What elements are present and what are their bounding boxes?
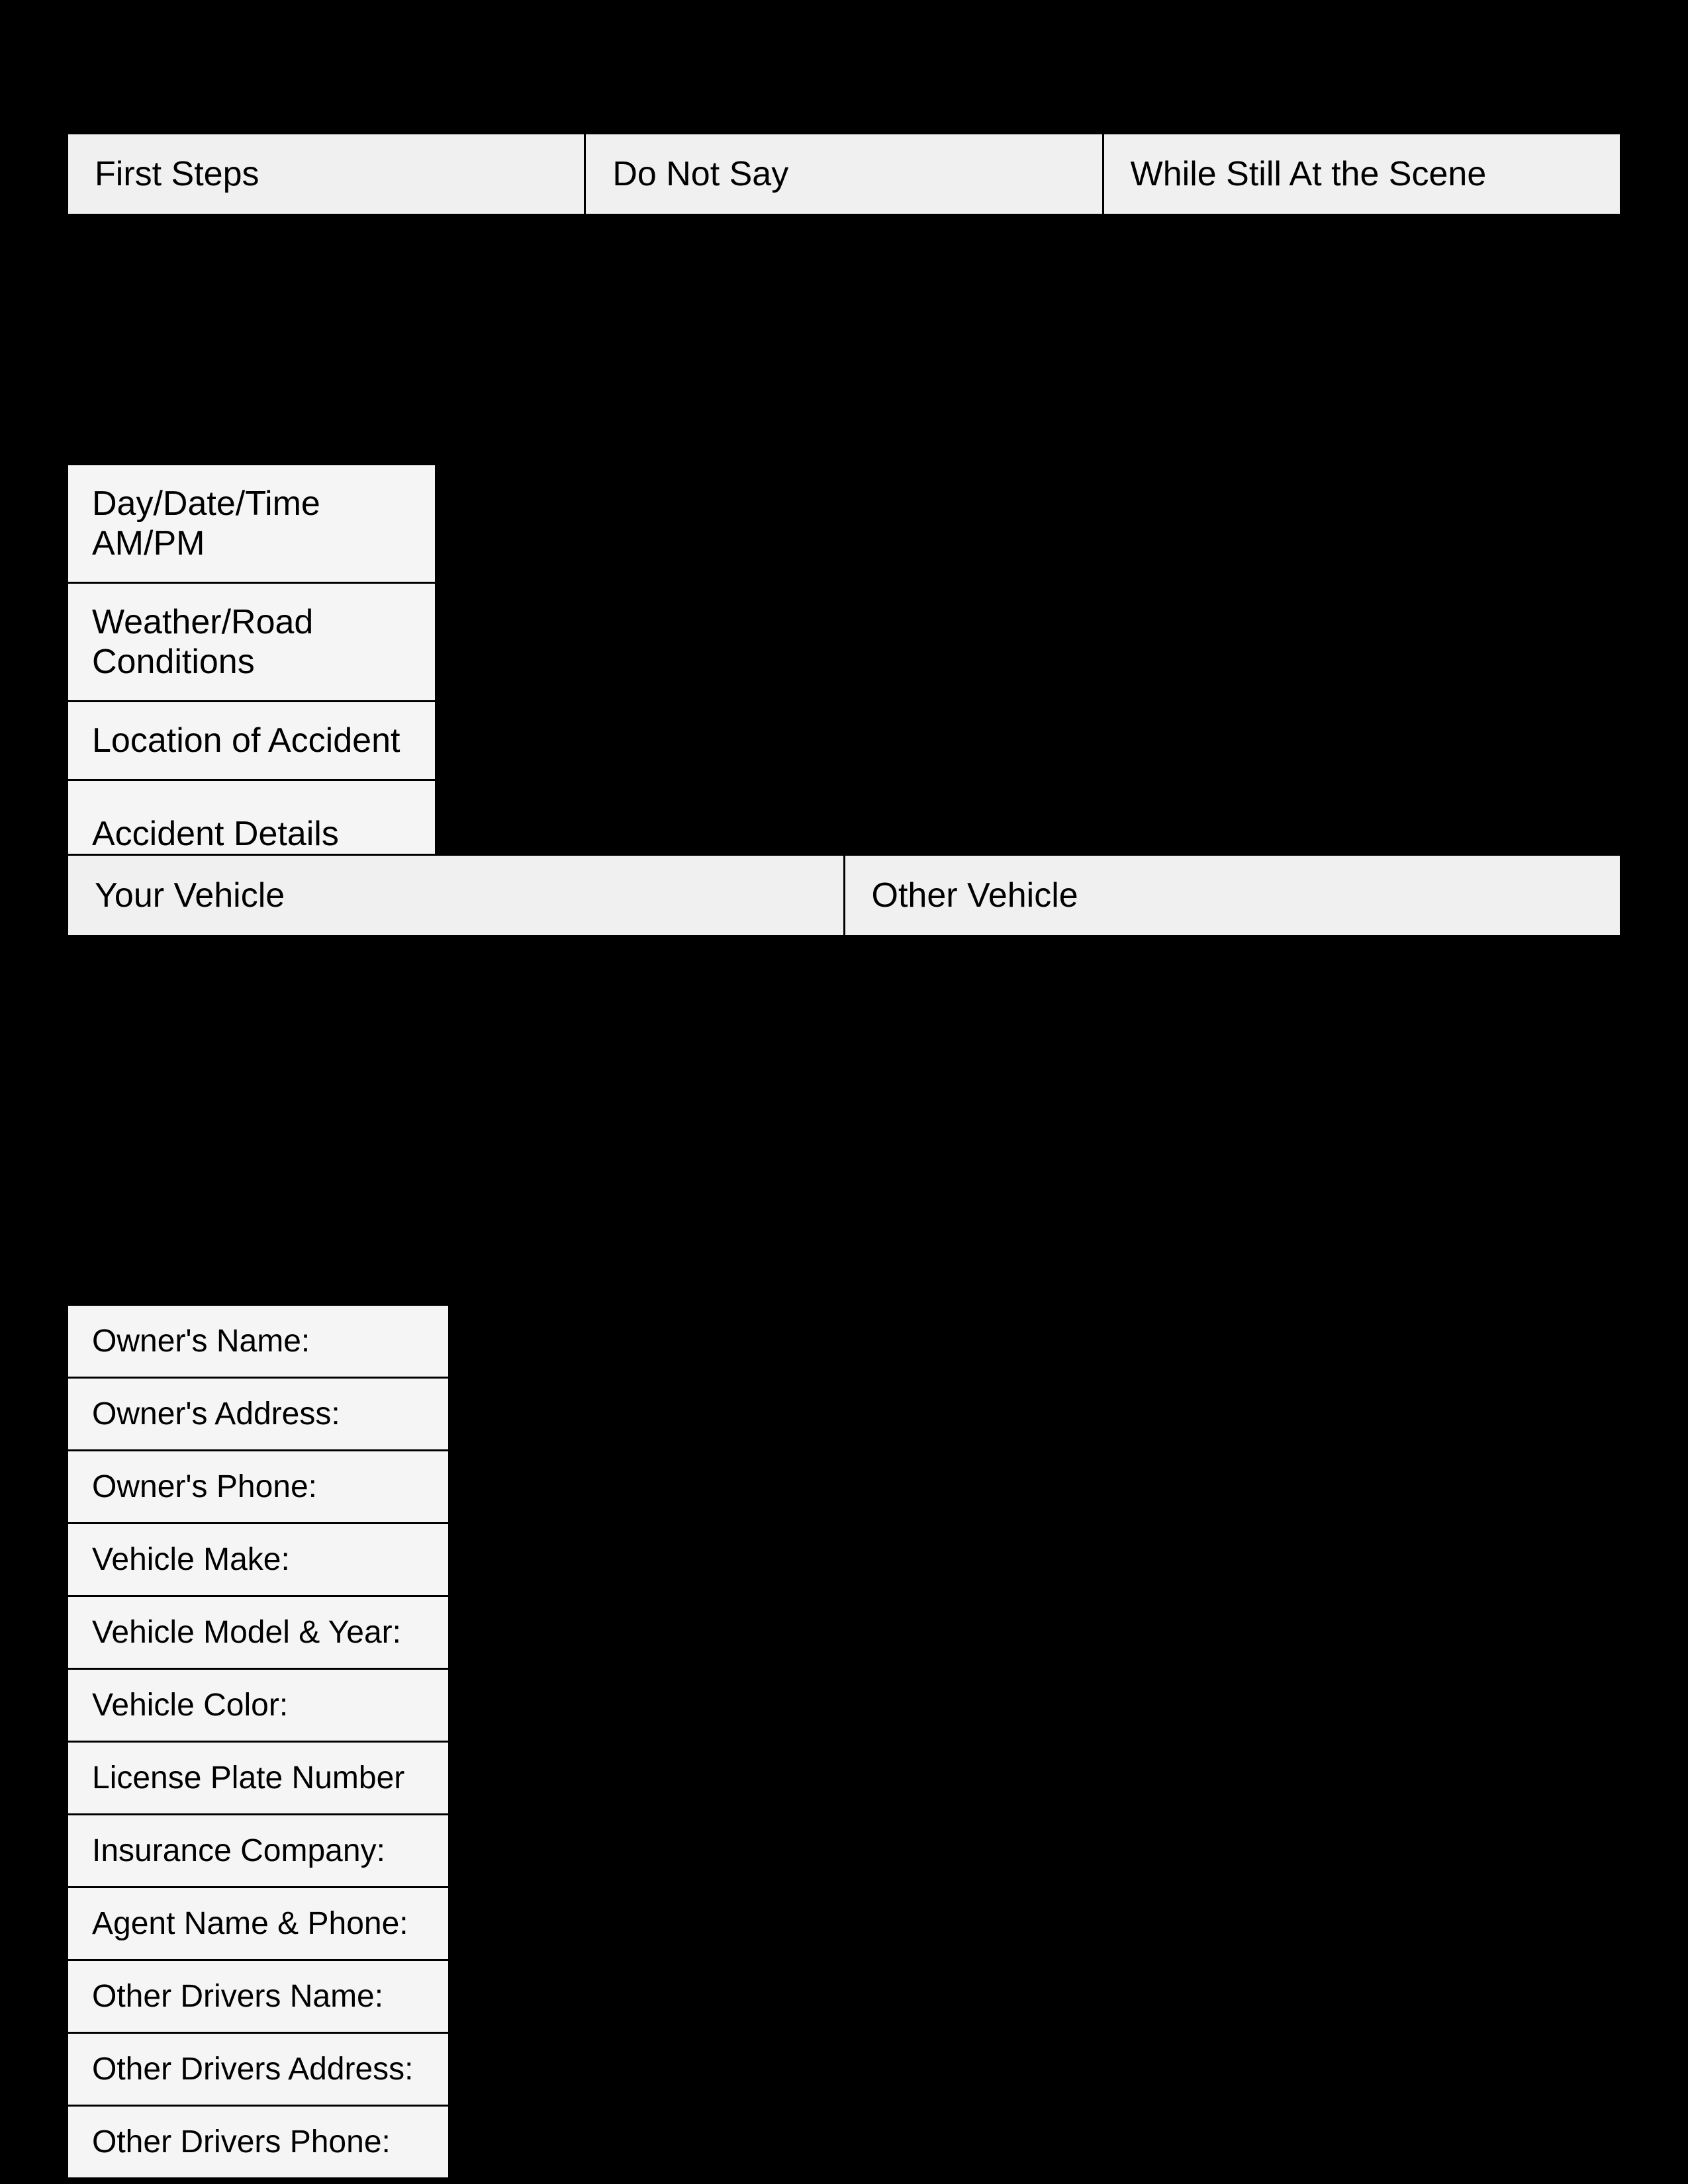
field-vehicle-color[interactable]: Vehicle Color: — [68, 1670, 448, 1743]
tabs-row: First Steps Do Not Say While Still At th… — [66, 132, 1622, 216]
field-vehicle-model-year[interactable]: Vehicle Model & Year: — [68, 1597, 448, 1670]
tab-first-steps-label: First Steps — [95, 155, 259, 193]
field-license-plate-label: License Plate Number — [92, 1760, 404, 1796]
info-accident-details-label: Accident Details — [92, 815, 339, 853]
field-insurance-company[interactable]: Insurance Company: — [68, 1815, 448, 1888]
field-other-drivers-address-label: Other Drivers Address: — [92, 2052, 413, 2087]
field-other-drivers-phone[interactable]: Other Drivers Phone: — [68, 2107, 448, 2177]
field-owners-address[interactable]: Owner's Address: — [68, 1379, 448, 1451]
field-vehicle-color-label: Vehicle Color: — [92, 1688, 288, 1723]
field-other-drivers-phone-label: Other Drivers Phone: — [92, 2124, 391, 2160]
info-day-date-time-label: Day/Date/Time AM/PM — [92, 484, 320, 563]
tab-do-not-say-label: Do Not Say — [612, 155, 788, 193]
field-owners-phone[interactable]: Owner's Phone: — [68, 1451, 448, 1524]
field-owners-address-label: Owner's Address: — [92, 1396, 340, 1432]
info-day-date-time[interactable]: Day/Date/Time AM/PM — [68, 465, 435, 584]
field-vehicle-model-year-label: Vehicle Model & Year: — [92, 1615, 401, 1650]
tab-while-at-scene[interactable]: While Still At the Scene — [1104, 134, 1620, 214]
field-owners-phone-label: Owner's Phone: — [92, 1469, 317, 1504]
your-vehicle-label: Your Vehicle — [95, 876, 285, 915]
field-other-drivers-name[interactable]: Other Drivers Name: — [68, 1961, 448, 2034]
field-agent-name-phone-label: Agent Name & Phone: — [92, 1906, 408, 1941]
field-owners-name-label: Owner's Name: — [92, 1324, 310, 1359]
info-location[interactable]: Location of Accident — [68, 702, 435, 781]
field-owners-name[interactable]: Owner's Name: — [68, 1306, 448, 1379]
tab-first-steps[interactable]: First Steps — [68, 134, 586, 214]
tab-while-at-scene-label: While Still At the Scene — [1131, 155, 1487, 193]
field-vehicle-make-label: Vehicle Make: — [92, 1542, 290, 1577]
field-vehicle-make[interactable]: Vehicle Make: — [68, 1524, 448, 1597]
field-license-plate[interactable]: License Plate Number — [68, 1743, 448, 1815]
other-vehicle-header[interactable]: Other Vehicle — [845, 856, 1620, 935]
form-fields-table: Owner's Name: Owner's Address: Owner's P… — [66, 1304, 450, 2179]
other-vehicle-label: Other Vehicle — [872, 876, 1078, 915]
tab-do-not-say[interactable]: Do Not Say — [586, 134, 1103, 214]
info-weather-road[interactable]: Weather/Road Conditions — [68, 584, 435, 702]
field-agent-name-phone[interactable]: Agent Name & Phone: — [68, 1888, 448, 1961]
field-other-drivers-name-label: Other Drivers Name: — [92, 1979, 383, 2014]
page-container: First Steps Do Not Say While Still At th… — [0, 0, 1688, 2184]
vehicle-headers-row: Your Vehicle Other Vehicle — [66, 854, 1622, 937]
field-other-drivers-address[interactable]: Other Drivers Address: — [68, 2034, 448, 2107]
field-insurance-company-label: Insurance Company: — [92, 1833, 385, 1868]
your-vehicle-header[interactable]: Your Vehicle — [68, 856, 845, 935]
accident-info-table: Day/Date/Time AM/PM Weather/Road Conditi… — [66, 463, 437, 889]
info-weather-road-label: Weather/Road Conditions — [92, 603, 313, 681]
info-location-label: Location of Accident — [92, 721, 400, 760]
